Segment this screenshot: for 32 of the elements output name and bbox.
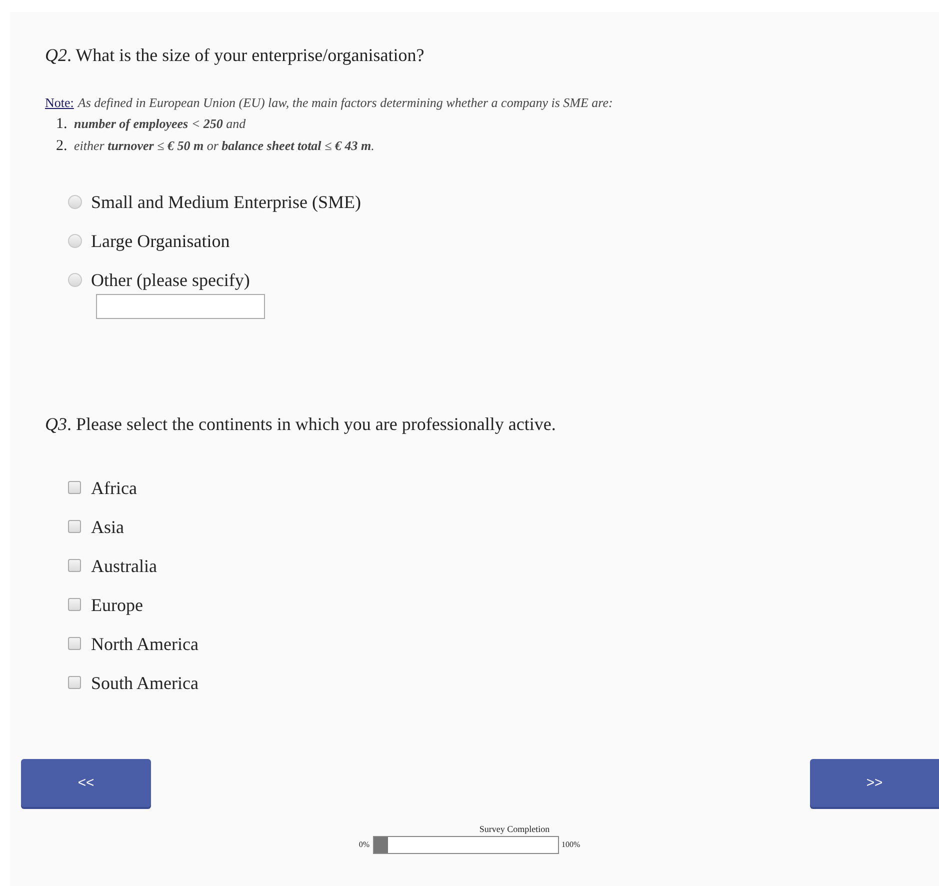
option-label: South America: [91, 672, 198, 692]
radio-button[interactable]: [68, 194, 82, 208]
note-label: Note:: [45, 94, 74, 112]
list-number: 2.: [56, 137, 68, 156]
radio-button[interactable]: [68, 272, 82, 286]
note-text: As defined in European Union (EU) law, the main factors determining whether a company is SME are:: [78, 94, 613, 112]
checkbox[interactable]: [68, 637, 81, 650]
checkbox[interactable]: [68, 559, 81, 572]
specify-field[interactable]: [96, 294, 265, 318]
option-label: Other (please specify): [91, 270, 250, 290]
progress-min: 0%: [358, 839, 370, 851]
question-title: Q2. What is the size of your enterprise/organisation?: [45, 44, 426, 67]
option-label: Europe: [91, 594, 143, 614]
checkbox[interactable]: [68, 598, 81, 611]
question-title: Q3. Please select the continents in which you are professionally active.: [45, 412, 557, 436]
option-label: North America: [91, 634, 198, 654]
checkbox[interactable]: [68, 481, 81, 494]
checkbox[interactable]: [68, 520, 81, 533]
radio-button[interactable]: [68, 234, 82, 248]
option-label: Small and Medium Enterprise (SME): [91, 192, 361, 212]
checkbox[interactable]: [68, 676, 81, 689]
progress-max: 100%: [562, 839, 580, 851]
progress-title: Survey Completion: [479, 822, 550, 836]
option-label: Australia: [91, 556, 157, 576]
criterion-text: either turnover ≤ € 50 m or balance sheet total ≤ € 43 m.: [74, 137, 374, 155]
criterion-text: number of employees < 250 and: [74, 114, 246, 133]
next-button[interactable]: >>: [810, 758, 939, 806]
list-number: 1.: [56, 114, 68, 134]
option-label: Large Organisation: [91, 230, 230, 250]
back-button[interactable]: <<: [21, 758, 151, 806]
option-label: Africa: [91, 478, 137, 498]
option-label: Asia: [91, 516, 124, 536]
